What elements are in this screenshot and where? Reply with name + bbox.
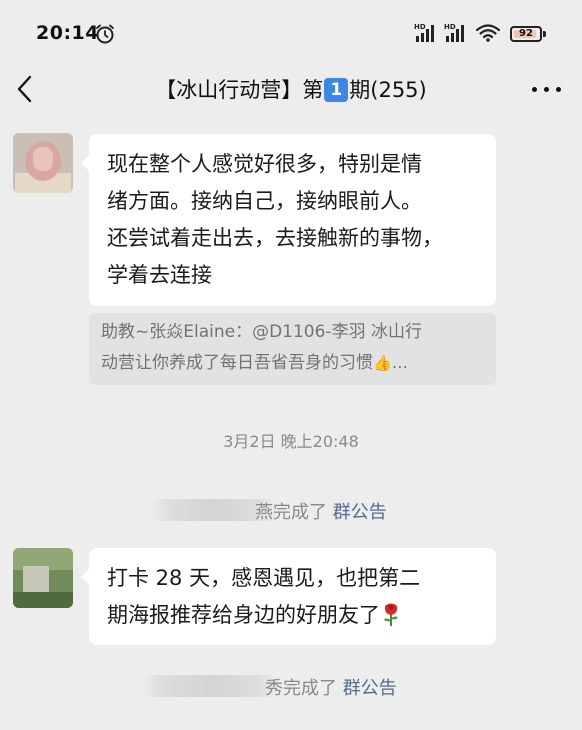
alarm-clock-icon — [96, 24, 114, 44]
chat-title-prefix: 【冰山行动营】第 — [155, 78, 324, 102]
message-line: 打卡 28 天，感恩遇见，也把第二 — [107, 566, 421, 590]
hd-label: HD — [414, 23, 426, 31]
cellular-signal-icon: HD — [414, 24, 438, 42]
avatar[interactable] — [13, 133, 73, 193]
message-line: 现在整个人感觉好很多，特别是情 — [107, 152, 422, 176]
blurred-username — [140, 675, 280, 697]
group-announcement-link[interactable]: 群公告 — [343, 678, 397, 699]
chat-title: 【冰山行动营】第 1 期(255) — [110, 74, 472, 104]
cellular-signal-icon: HD — [444, 24, 468, 42]
wifi-icon — [476, 24, 500, 42]
message-line: 还尝试着走出去，去接触新的事物， — [107, 226, 443, 250]
system-notice: 秀完成了 群公告 — [265, 674, 397, 700]
hd-label: HD — [444, 23, 456, 31]
rose-icon — [384, 603, 398, 626]
message-bubble[interactable]: 现在整个人感觉好很多，特别是情 绪方面。接纳自己，接纳眼前人。 还尝试着走出去，… — [81, 134, 496, 306]
thumbs-up-icon: 👍 — [373, 354, 392, 372]
message-line-2: 期海报推荐给身边的好朋友了 — [107, 597, 478, 634]
avatar-blur — [13, 592, 73, 608]
system-notice-text: 秀完成了 — [265, 678, 337, 699]
quoted-reply[interactable]: 助教~张焱Elaine：@D1106-李羽 冰山行 动营让你养成了每日吾省吾身的… — [89, 313, 496, 385]
message-bubble[interactable]: 打卡 28 天，感恩遇见，也把第二 期海报推荐给身边的好朋友了 — [81, 548, 496, 645]
battery-cap — [543, 31, 546, 37]
dot — [544, 87, 549, 92]
message-line: 绪方面。接纳自己，接纳眼前人。 — [107, 189, 422, 213]
battery-level: 92 — [519, 28, 533, 39]
system-notice: 燕完成了 群公告 — [255, 498, 387, 524]
back-chevron-icon[interactable] — [14, 72, 36, 106]
issue-number-badge: 1 — [324, 78, 349, 102]
quote-line-2: 动营让你养成了每日吾省吾身的习惯👍... — [101, 348, 484, 379]
status-bar: 20:14 HD HD 92 — [0, 0, 582, 64]
system-notice-text: 燕完成了 — [255, 502, 327, 523]
avatar-blur — [33, 147, 53, 171]
chat-title-suffix: 期(255) — [349, 78, 427, 102]
message-line: 期海报推荐给身边的好朋友了 — [107, 603, 380, 627]
more-dots-icon[interactable] — [530, 82, 564, 96]
status-time: 20:14 — [36, 22, 99, 44]
avatar[interactable] — [13, 548, 73, 608]
quote-line: 动营让你养成了每日吾省吾身的习惯 — [101, 353, 373, 373]
quote-line: 助教~张焱Elaine：@D1106-李羽 冰山行 — [101, 322, 422, 342]
dot — [532, 87, 537, 92]
battery-icon: 92 — [510, 26, 547, 42]
chat-screen: 20:14 HD HD 92 【冰山行动营】第 1 期(255) 现在整个人感觉… — [0, 0, 582, 730]
dot — [556, 87, 561, 92]
chat-header: 【冰山行动营】第 1 期(255) — [0, 64, 582, 114]
message-timestamp: 3月2日 晚上20:48 — [223, 432, 359, 451]
quote-ellipsis: ... — [391, 353, 408, 373]
message-line: 学着去连接 — [107, 263, 212, 287]
group-announcement-link[interactable]: 群公告 — [333, 502, 387, 523]
